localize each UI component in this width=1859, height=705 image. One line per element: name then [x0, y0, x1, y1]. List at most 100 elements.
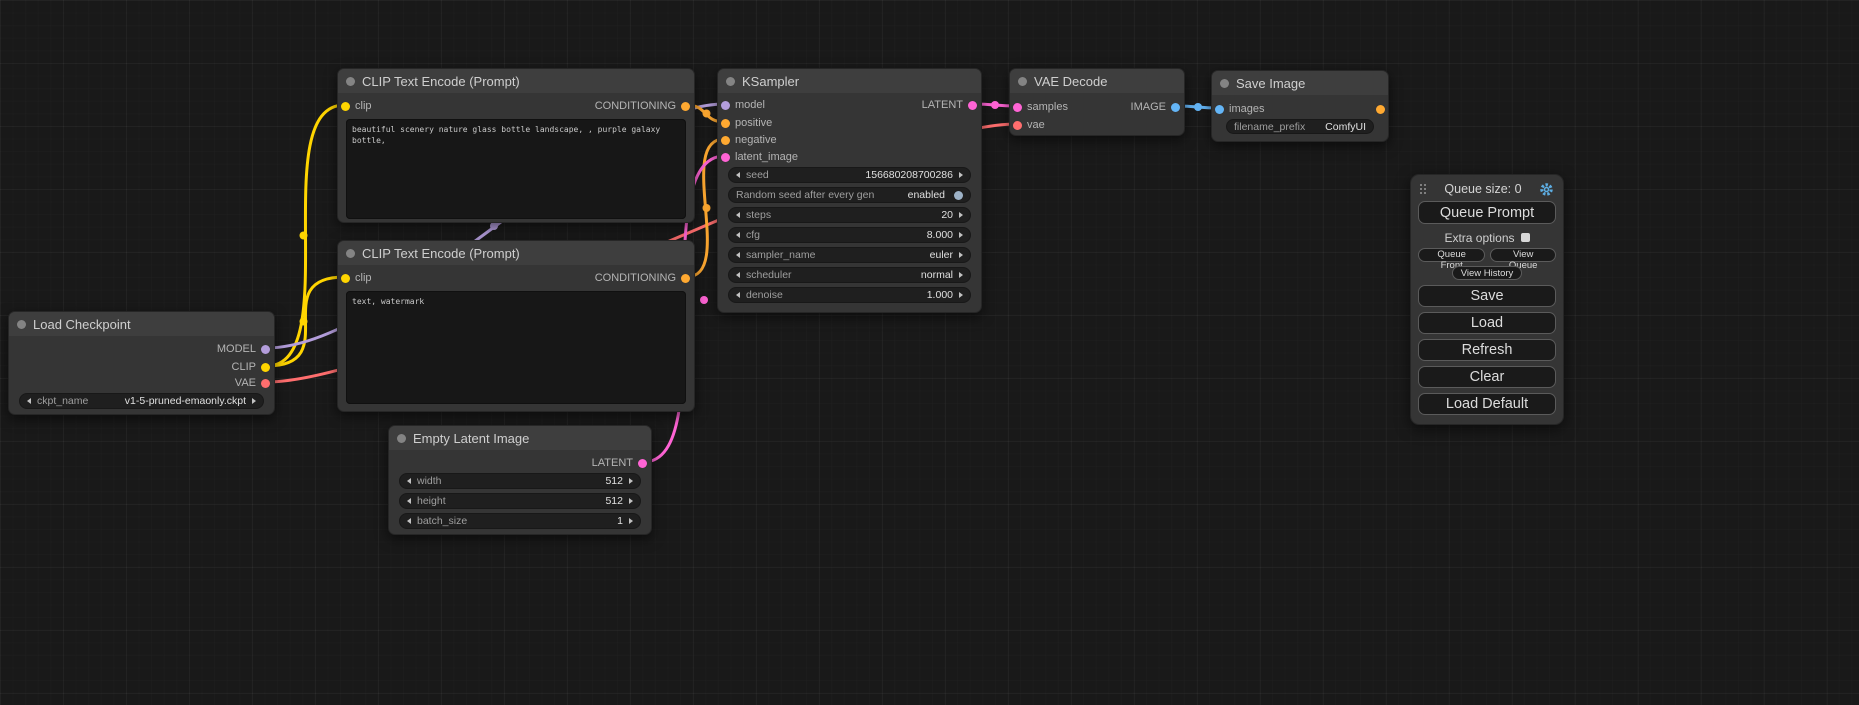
image-slot-dot[interactable] — [1215, 105, 1224, 114]
output-slot-latent[interactable]: LATENT — [592, 456, 647, 470]
widget-height[interactable]: height 512 — [399, 493, 641, 509]
conditioning-slot-dot[interactable] — [681, 102, 690, 111]
collapse-dot-icon[interactable] — [17, 320, 26, 329]
conditioning-slot-dot[interactable] — [721, 119, 730, 128]
output-slot-image[interactable]: IMAGE — [1131, 100, 1180, 114]
next-value-arrow-icon[interactable] — [959, 232, 963, 238]
output-slot-conditioning[interactable]: CONDITIONING — [595, 99, 690, 113]
queue-menu-panel[interactable]: Queue size: 0 Queue Prompt Extra options… — [1410, 174, 1564, 425]
prev-value-arrow-icon[interactable] — [736, 172, 740, 178]
output-slot-latent[interactable]: LATENT — [922, 98, 977, 112]
input-slot-latent-image[interactable]: latent_image — [721, 150, 798, 164]
prev-value-arrow-icon[interactable] — [736, 252, 740, 258]
output-slot-model[interactable]: MODEL — [217, 342, 270, 356]
next-value-arrow-icon[interactable] — [959, 292, 963, 298]
clear-button[interactable]: Clear — [1418, 366, 1556, 388]
save-button[interactable]: Save — [1418, 285, 1556, 307]
vae-slot-dot[interactable] — [261, 379, 270, 388]
next-value-arrow-icon[interactable] — [959, 272, 963, 278]
output-slot-conditioning[interactable]: CONDITIONING — [595, 271, 690, 285]
conditioning-slot-dot[interactable] — [721, 136, 730, 145]
queue-panel-header[interactable]: Queue size: 0 — [1418, 180, 1556, 198]
prev-value-arrow-icon[interactable] — [407, 518, 411, 524]
clip-slot-dot[interactable] — [341, 102, 350, 111]
prompt-text-area[interactable]: beautiful scenery nature glass bottle la… — [346, 119, 686, 219]
latent-slot-dot[interactable] — [721, 153, 730, 162]
settings-gear-icon[interactable] — [1539, 182, 1554, 197]
next-value-arrow-icon[interactable] — [959, 172, 963, 178]
clip-slot-dot[interactable] — [261, 363, 270, 372]
node-empty-latent-image[interactable]: Empty Latent Image LATENT width 512 heig… — [388, 425, 652, 535]
queue-front-button[interactable]: Queue Front — [1418, 248, 1485, 262]
node-save-image[interactable]: Save Image images filename_prefix ComfyU… — [1211, 70, 1389, 142]
widget-sampler-name[interactable]: sampler_name euler — [728, 247, 971, 263]
prev-value-arrow-icon[interactable] — [27, 398, 31, 404]
load-button[interactable]: Load — [1418, 312, 1556, 334]
collapse-dot-icon[interactable] — [346, 249, 355, 258]
input-slot-clip[interactable]: clip — [341, 99, 372, 113]
next-value-arrow-icon[interactable] — [252, 398, 256, 404]
latent-slot-dot[interactable] — [968, 101, 977, 110]
conditioning-slot-dot[interactable] — [681, 274, 690, 283]
input-slot-model[interactable]: model — [721, 98, 765, 112]
queue-prompt-button[interactable]: Queue Prompt — [1418, 201, 1556, 224]
node-ksampler[interactable]: KSampler model positive negative latent_… — [717, 68, 982, 313]
collapse-dot-icon[interactable] — [397, 434, 406, 443]
prev-value-arrow-icon[interactable] — [736, 272, 740, 278]
widget-steps[interactable]: steps 20 — [728, 207, 971, 223]
widget-seed[interactable]: seed 156680208700286 — [728, 167, 971, 183]
input-slot-negative[interactable]: negative — [721, 133, 777, 147]
comfyui-node-canvas[interactable]: Load Checkpoint MODEL CLIP VAE ckpt_name… — [0, 0, 1859, 705]
clip-slot-dot[interactable] — [341, 274, 350, 283]
next-value-arrow-icon[interactable] — [959, 252, 963, 258]
input-slot-images[interactable]: images — [1215, 102, 1264, 116]
prev-value-arrow-icon[interactable] — [407, 478, 411, 484]
node-title-bar[interactable]: Save Image — [1212, 71, 1388, 95]
prev-value-arrow-icon[interactable] — [736, 232, 740, 238]
node-title-bar[interactable]: CLIP Text Encode (Prompt) — [338, 241, 694, 265]
extra-options-checkbox[interactable] — [1521, 233, 1530, 242]
drag-handle-icon[interactable] — [1420, 184, 1427, 195]
input-slot-vae[interactable]: vae — [1013, 118, 1045, 132]
widget-random-seed-toggle[interactable]: Random seed after every gen enabled — [728, 187, 971, 203]
widget-batch-size[interactable]: batch_size 1 — [399, 513, 641, 529]
prompt-text-area[interactable]: text, watermark — [346, 291, 686, 404]
next-value-arrow-icon[interactable] — [629, 518, 633, 524]
output-slot-vae[interactable]: VAE — [235, 376, 270, 390]
widget-filename-prefix[interactable]: filename_prefix ComfyUI — [1226, 119, 1374, 134]
input-slot-clip[interactable]: clip — [341, 271, 372, 285]
input-slot-samples[interactable]: samples — [1013, 100, 1068, 114]
view-queue-button[interactable]: View Queue — [1490, 248, 1556, 262]
widget-denoise[interactable]: denoise 1.000 — [728, 287, 971, 303]
load-default-button[interactable]: Load Default — [1418, 393, 1556, 415]
prev-value-arrow-icon[interactable] — [736, 212, 740, 218]
toggle-knob-icon[interactable] — [954, 191, 963, 200]
widget-width[interactable]: width 512 — [399, 473, 641, 489]
collapse-dot-icon[interactable] — [1018, 77, 1027, 86]
image-slot-dot[interactable] — [1171, 103, 1180, 112]
node-vae-decode[interactable]: VAE Decode samples vae IMAGE — [1009, 68, 1185, 136]
collapse-dot-icon[interactable] — [726, 77, 735, 86]
node-title-bar[interactable]: KSampler — [718, 69, 981, 93]
latent-slot-dot[interactable] — [638, 459, 647, 468]
node-clip-text-encode-positive[interactable]: CLIP Text Encode (Prompt) clip CONDITION… — [337, 68, 695, 223]
collapse-dot-icon[interactable] — [1220, 79, 1229, 88]
vae-slot-dot[interactable] — [1013, 121, 1022, 130]
widget-cfg[interactable]: cfg 8.000 — [728, 227, 971, 243]
model-slot-dot[interactable] — [261, 345, 270, 354]
widget-ckpt-name[interactable]: ckpt_name v1-5-pruned-emaonly.ckpt — [19, 393, 264, 409]
node-load-checkpoint[interactable]: Load Checkpoint MODEL CLIP VAE ckpt_name… — [8, 311, 275, 415]
node-title-bar[interactable]: Empty Latent Image — [389, 426, 651, 450]
refresh-button[interactable]: Refresh — [1418, 339, 1556, 361]
prev-value-arrow-icon[interactable] — [407, 498, 411, 504]
node-title-bar[interactable]: VAE Decode — [1010, 69, 1184, 93]
next-value-arrow-icon[interactable] — [959, 212, 963, 218]
model-slot-dot[interactable] — [721, 101, 730, 110]
next-value-arrow-icon[interactable] — [629, 498, 633, 504]
node-title-bar[interactable]: Load Checkpoint — [9, 312, 274, 336]
prev-value-arrow-icon[interactable] — [736, 292, 740, 298]
latent-slot-dot[interactable] — [1013, 103, 1022, 112]
input-slot-positive[interactable]: positive — [721, 116, 772, 130]
next-value-arrow-icon[interactable] — [629, 478, 633, 484]
widget-scheduler[interactable]: scheduler normal — [728, 267, 971, 283]
